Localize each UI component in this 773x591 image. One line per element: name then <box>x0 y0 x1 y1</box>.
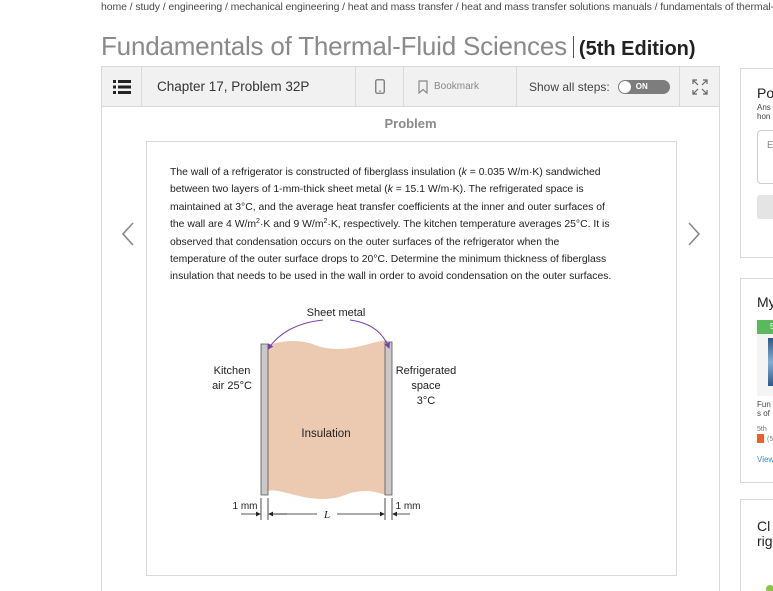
status-badge: 5 <box>757 320 773 334</box>
problem-line-1: The wall of a refrigerator is constructe… <box>170 167 601 178</box>
sidebar-chegg-card: Cl rig <box>740 499 773 591</box>
expand-button[interactable] <box>680 67 719 106</box>
show-steps-label: Show all steps: <box>529 79 610 94</box>
left-thickness-label: 1 mm <box>233 501 258 512</box>
left-sheet-metal <box>260 343 269 496</box>
problem-line-6: temperature of the outer surface drops t… <box>170 254 607 266</box>
bookmark-button[interactable]: Bookmark <box>404 67 517 106</box>
list-icon <box>112 79 131 94</box>
sidebar-view-link[interactable]: View <box>757 455 773 464</box>
book-edition: (5th Edition) <box>578 38 696 60</box>
mobile-phone-icon <box>374 79 385 94</box>
post-button[interactable] <box>757 195 773 219</box>
fridge-label-line2: space <box>411 380 440 392</box>
bookmark-icon <box>418 79 428 94</box>
sidebar-card1-line2: hon <box>757 112 771 121</box>
solution-viewer: Chapter 17, Problem 32P Bookmark Show al… <box>101 66 720 591</box>
problem-statement: The wall of a refrigerator is constructe… <box>170 164 654 286</box>
title-divider <box>572 36 574 58</box>
page: home / study / engineering / mechanical … <box>0 0 773 591</box>
breadcrumb[interactable]: home / study / engineering / mechanical … <box>101 1 773 13</box>
mobile-view-button[interactable] <box>356 67 404 106</box>
green-dot-icon <box>766 585 773 591</box>
sidebar-card3-title-1: Cl <box>757 518 771 534</box>
book-title: Fundamentals of Thermal-Fluid Sciences (5… <box>101 31 696 62</box>
show-steps-toggle[interactable]: ON <box>617 79 670 94</box>
chapter-selector[interactable]: Chapter 17, Problem 32P <box>142 67 356 106</box>
breadcrumb-text[interactable]: home / study / engineering / mechanical … <box>101 1 773 13</box>
problem-line-4: the wall are 4 W/m2·K and 9 W/m2·K, resp… <box>170 218 610 231</box>
problem-line-7: insulation that needs to be used in the … <box>170 271 612 283</box>
sidebar-book-edition: 5th <box>757 426 767 433</box>
expand-icon <box>691 78 708 95</box>
sidebar-card2-title: My <box>757 294 773 310</box>
right-sheet-metal <box>384 341 393 496</box>
problem-line-5: observed that condensation occurs on the… <box>170 236 560 248</box>
fridge-label-line1: Refrigerated <box>396 365 457 377</box>
kitchen-label-line1: Kitchen <box>214 365 251 377</box>
book-cover-image <box>768 338 773 386</box>
chevron-right-icon[interactable] <box>684 219 704 249</box>
right-thickness-label: 1 mm <box>396 501 421 512</box>
toggle-state: ON <box>635 81 648 91</box>
problem-line-3: maintained at 3°C, and the average heat … <box>170 201 605 213</box>
insulation-thickness-label: L <box>323 509 330 521</box>
question-input[interactable]: E <box>757 130 773 184</box>
problem-card: The wall of a refrigerator is constructe… <box>146 141 677 576</box>
book-cover[interactable] <box>757 334 773 396</box>
refrigerator-wall-figure: Sheet metal Kitchen air 25°C Refrigerate… <box>212 307 457 521</box>
sidebar-book-title-1: Fun <box>757 400 771 409</box>
insulation-layer <box>267 340 388 499</box>
sidebar-card3-title-2: rig <box>757 533 773 549</box>
chevron-left-icon[interactable] <box>118 219 138 249</box>
sidebar-post-question-card: Po Ans hon E <box>740 68 773 258</box>
problem-heading: Problem <box>384 116 437 131</box>
sidebar-my-textbooks-card: My 5 Fun s of 5th (5 View <box>740 278 773 483</box>
chapter-label: Chapter 17, Problem 32P <box>157 79 310 94</box>
book-title-text: Fundamentals of Thermal-Fluid Sciences <box>101 31 567 61</box>
sidebar-card1-line1: Ans <box>757 103 771 112</box>
sheet-metal-label: Sheet metal <box>307 307 366 319</box>
show-all-steps: Show all steps: ON <box>517 67 680 106</box>
sidebar-book-flag-text: (5 <box>767 436 773 443</box>
kitchen-label-line2: air 25°C <box>212 380 252 392</box>
fridge-label-line3: 3°C <box>417 395 436 407</box>
question-input-placeholder: E <box>767 140 773 151</box>
problem-line-2: between two layers of 1-mm-thick sheet m… <box>170 184 584 196</box>
bookmark-flag-icon <box>757 434 764 443</box>
viewer-toolbar: Chapter 17, Problem 32P Bookmark Show al… <box>102 67 719 107</box>
sidebar-card1-title: Po <box>757 85 773 101</box>
toggle-knob <box>618 80 631 93</box>
bookmark-label: Bookmark <box>434 81 480 92</box>
sidebar-book-title-2: s of <box>757 409 770 418</box>
insulation-label: Insulation <box>301 428 350 440</box>
table-of-contents-button[interactable] <box>102 67 142 106</box>
